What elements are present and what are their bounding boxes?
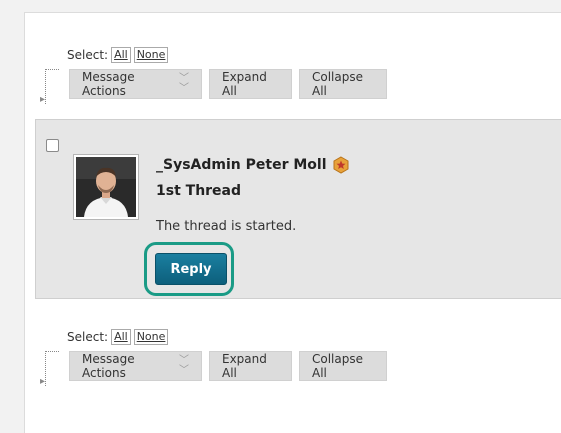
message-actions-label: Message Actions	[82, 352, 135, 380]
reply-button[interactable]: Reply	[155, 253, 227, 285]
top-toolbar: ▸ Select: All None Message Actions ﹀ ﹀ Ex…	[25, 45, 561, 111]
collapse-all-button[interactable]: Collapse All	[299, 69, 387, 99]
message-actions-button[interactable]: Message Actions ﹀ ﹀	[69, 351, 202, 381]
select-row: Select: All None	[67, 47, 169, 63]
bottom-toolbar: ▸ Select: All None Message Actions ﹀ ﹀ Ex…	[25, 327, 561, 393]
message-item: _SysAdmin Peter Moll 1st Thread The thre…	[35, 119, 561, 299]
bracket-arrow-icon: ▸	[40, 94, 46, 105]
message-body: The thread is started.	[156, 219, 297, 234]
bracket-arrow-icon: ▸	[40, 376, 46, 387]
expand-all-button[interactable]: Expand All	[209, 351, 292, 381]
author-row: _SysAdmin Peter Moll	[156, 156, 350, 174]
toolbar-bracket	[45, 69, 59, 104]
select-label: Select:	[67, 330, 109, 344]
select-none-link[interactable]: None	[133, 47, 169, 63]
expand-all-button[interactable]: Expand All	[209, 69, 292, 99]
chevron-down-icon: ﹀ ﹀	[179, 73, 189, 94]
toolbar-buttons: Message Actions ﹀ ﹀ Expand All Collapse A…	[69, 69, 387, 99]
select-all-link[interactable]: All	[111, 329, 131, 345]
collapse-all-button[interactable]: Collapse All	[299, 351, 387, 381]
avatar-photo	[76, 157, 136, 217]
message-select-checkbox[interactable]	[46, 139, 59, 152]
select-label: Select:	[67, 48, 109, 62]
select-none-link[interactable]: None	[133, 329, 169, 345]
toolbar-buttons: Message Actions ﹀ ﹀ Expand All Collapse A…	[69, 351, 387, 381]
select-row: Select: All None	[67, 329, 169, 345]
message-actions-label: Message Actions	[82, 70, 135, 98]
message-actions-button[interactable]: Message Actions ﹀ ﹀	[69, 69, 202, 99]
chevron-down-icon: ﹀ ﹀	[179, 355, 189, 376]
toolbar-bracket	[45, 351, 59, 386]
discussion-panel: ▸ Select: All None Message Actions ﹀ ﹀ Ex…	[24, 12, 561, 433]
avatar	[73, 154, 139, 220]
select-all-link[interactable]: All	[111, 47, 131, 63]
star-badge-icon	[333, 156, 348, 174]
thread-title: 1st Thread	[156, 183, 242, 199]
author-name[interactable]: _SysAdmin Peter Moll	[156, 157, 327, 173]
